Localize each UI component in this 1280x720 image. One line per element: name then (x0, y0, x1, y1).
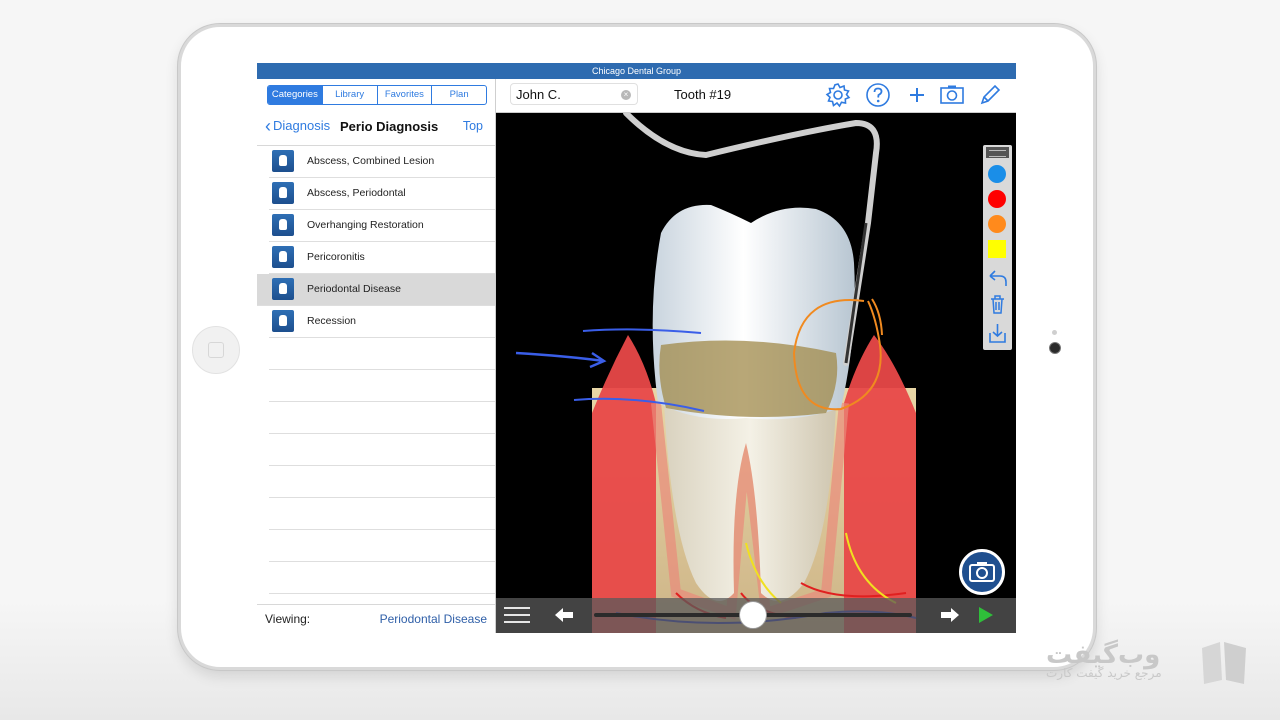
watermark-tagline: مرجع خرید گیفت کارت (1046, 666, 1162, 680)
tooth-thumbnail-icon (272, 182, 294, 204)
tooth-thumbnail-icon (272, 214, 294, 236)
empty-row (269, 338, 495, 370)
color-swatch[interactable] (988, 215, 1006, 233)
segmented-tabs: Categories Library Favorites Plan (267, 85, 487, 105)
light-sensor (1052, 330, 1057, 335)
undo-icon[interactable] (987, 267, 1008, 289)
list-item[interactable]: Pericoronitis (269, 242, 495, 274)
list-item-label: Abscess, Combined Lesion (307, 155, 435, 167)
color-swatch[interactable] (988, 190, 1006, 208)
list-item[interactable]: Abscess, Combined Lesion (269, 146, 495, 178)
patient-field[interactable]: John C. × (510, 83, 638, 105)
list-item-label: Periodontal Disease (307, 283, 401, 295)
tab-library[interactable]: Library (321, 86, 377, 104)
gear-icon[interactable] (825, 82, 851, 108)
plus-icon[interactable] (904, 82, 930, 108)
playback-slider-knob[interactable] (739, 601, 767, 629)
tooth-illustration (515, 113, 917, 633)
tooth-illustration-viewport[interactable] (496, 113, 1016, 633)
drawing-palette (983, 145, 1012, 350)
home-button[interactable] (192, 326, 240, 374)
empty-row (269, 402, 495, 434)
back-button[interactable]: ‹ Diagnosis (265, 116, 331, 136)
status-bar-title: Chicago Dental Group (257, 63, 1016, 79)
watermark-logo-icon (1202, 642, 1246, 684)
tab-plan[interactable]: Plan (431, 86, 486, 104)
empty-row (269, 466, 495, 498)
menu-icon[interactable] (502, 604, 532, 626)
gum-left (592, 335, 656, 633)
clear-icon[interactable]: × (621, 90, 631, 100)
list-item-label: Pericoronitis (307, 251, 365, 263)
camera-icon[interactable] (939, 82, 965, 108)
viewing-label: Viewing: (265, 612, 311, 626)
trash-icon[interactable] (987, 293, 1008, 315)
tooth-thumbnail-icon (272, 278, 294, 300)
gum-right (844, 335, 916, 633)
tooth-thumbnail-icon (272, 310, 294, 332)
list-item[interactable]: Abscess, Periodontal (269, 178, 495, 210)
arrow-left-icon[interactable] (554, 606, 574, 624)
diagnosis-list: Abscess, Combined Lesion Abscess, Period… (257, 146, 495, 626)
color-swatch[interactable] (988, 165, 1006, 183)
download-icon[interactable] (987, 322, 1008, 344)
playback-bar (496, 598, 1016, 633)
plaque-band (659, 340, 838, 417)
viewing-value[interactable]: Periodontal Disease (380, 612, 487, 626)
tooth-label: Tooth #19 (674, 87, 732, 102)
back-label: Diagnosis (273, 118, 331, 133)
list-item[interactable]: Overhanging Restoration (269, 210, 495, 242)
play-icon[interactable] (976, 606, 994, 624)
pencil-icon[interactable] (977, 82, 1003, 108)
nav-title: Perio Diagnosis (340, 119, 439, 134)
empty-row (269, 434, 495, 466)
list-item-label: Recession (307, 315, 357, 327)
main-toolbar: John C. × Tooth #19 (496, 79, 1016, 113)
tab-favorites[interactable]: Favorites (376, 86, 432, 104)
camera-icon (969, 562, 995, 582)
front-camera (1049, 342, 1061, 354)
capture-camera-button[interactable] (959, 549, 1005, 595)
empty-row (269, 530, 495, 562)
tab-categories[interactable]: Categories (268, 86, 322, 104)
viewing-footer: Viewing: Periodontal Disease (257, 604, 495, 633)
help-icon[interactable] (865, 82, 891, 108)
annotation-arrow (515, 351, 607, 369)
empty-row (269, 370, 495, 402)
empty-row (269, 498, 495, 530)
color-swatch[interactable] (988, 240, 1006, 258)
sidebar-nav-bar: ‹ Diagnosis Perio Diagnosis Top (257, 109, 495, 146)
empty-row (269, 562, 495, 594)
top-button[interactable]: Top (463, 119, 483, 133)
list-item-selected[interactable]: Periodontal Disease (257, 274, 495, 306)
list-item-label: Abscess, Periodontal (307, 187, 406, 199)
tooth-thumbnail-icon (272, 246, 294, 268)
app-screen: Chicago Dental Group Categories Library … (257, 63, 1016, 633)
tooth-thumbnail-icon (272, 150, 294, 172)
list-item[interactable]: Recession (269, 306, 495, 338)
chevron-left-icon: ‹ (265, 116, 271, 136)
arrow-right-icon[interactable] (940, 606, 960, 624)
watermark: وب‌گیفت مرجع خرید گیفت کارت (1046, 640, 1162, 680)
playback-slider-track[interactable] (594, 601, 912, 629)
patient-name: John C. (516, 87, 561, 102)
list-item-label: Overhanging Restoration (307, 219, 424, 231)
palette-grip[interactable] (986, 147, 1009, 158)
sidebar: Categories Library Favorites Plan ‹ Diagn… (257, 79, 496, 633)
